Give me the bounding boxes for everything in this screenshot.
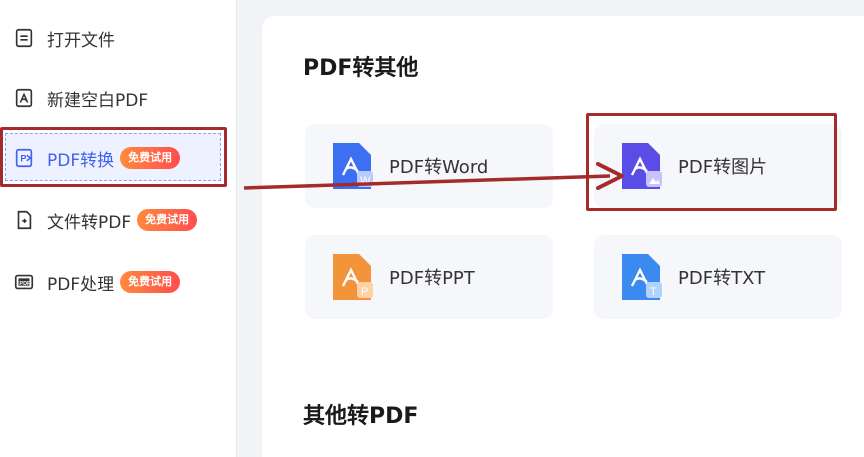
svg-text:PDF: PDF xyxy=(19,281,31,287)
card-pdf-to-word[interactable]: W PDF转Word xyxy=(305,124,553,208)
card-label: PDF转Word xyxy=(389,157,489,178)
sidebar-item-label: PDF转换 xyxy=(47,150,115,171)
card-label: PDF转PPT xyxy=(389,268,475,289)
sidebar-item-new-blank-pdf[interactable]: 新建空白PDF xyxy=(0,76,237,120)
svg-text:P: P xyxy=(361,286,368,298)
svg-text:W: W xyxy=(360,175,371,187)
pdf-process-icon: PDF xyxy=(12,270,36,294)
sidebar-item-label: 打开文件 xyxy=(47,30,115,51)
free-trial-badge: 免费试用 xyxy=(137,209,198,231)
svg-text:P: P xyxy=(20,154,26,164)
pdf-to-image-icon xyxy=(620,141,664,191)
sidebar-item-pdf-process[interactable]: PDF PDF处理 免费试用 xyxy=(0,260,237,304)
sidebar: 打开文件 新建空白PDF P PDF转换 免费试用 文件转PDF 免费试用 PD… xyxy=(0,0,237,457)
pdf-icon xyxy=(12,86,36,110)
pdf-to-ppt-icon: P xyxy=(331,252,375,302)
file-to-pdf-icon xyxy=(12,208,36,232)
section-title-other-to-pdf: 其他转PDF xyxy=(303,404,419,429)
sidebar-item-label: 文件转PDF xyxy=(47,212,132,233)
free-trial-badge: 免费试用 xyxy=(120,147,181,169)
app-window: 打开文件 新建空白PDF P PDF转换 免费试用 文件转PDF 免费试用 PD… xyxy=(0,0,864,457)
sidebar-item-pdf-convert[interactable]: P PDF转换 免费试用 xyxy=(0,136,237,180)
sidebar-item-label: PDF处理 xyxy=(47,274,115,295)
pdf-to-word-icon: W xyxy=(331,141,375,191)
card-pdf-to-txt[interactable]: T PDF转TXT xyxy=(594,235,842,319)
card-label: PDF转TXT xyxy=(678,268,766,289)
document-icon xyxy=(12,26,36,50)
sidebar-item-label: 新建空白PDF xyxy=(47,90,149,111)
card-pdf-to-image[interactable]: PDF转图片 xyxy=(594,124,842,208)
sidebar-item-file-to-pdf[interactable]: 文件转PDF 免费试用 xyxy=(0,198,237,242)
card-label: PDF转图片 xyxy=(678,157,768,178)
pdf-convert-icon: P xyxy=(12,146,36,170)
sidebar-item-open-file[interactable]: 打开文件 xyxy=(0,16,237,60)
free-trial-badge: 免费试用 xyxy=(120,271,181,293)
card-pdf-to-ppt[interactable]: P PDF转PPT xyxy=(305,235,553,319)
section-title-pdf-to-other: PDF转其他 xyxy=(303,56,419,81)
svg-text:T: T xyxy=(650,286,657,298)
pdf-to-txt-icon: T xyxy=(620,252,664,302)
